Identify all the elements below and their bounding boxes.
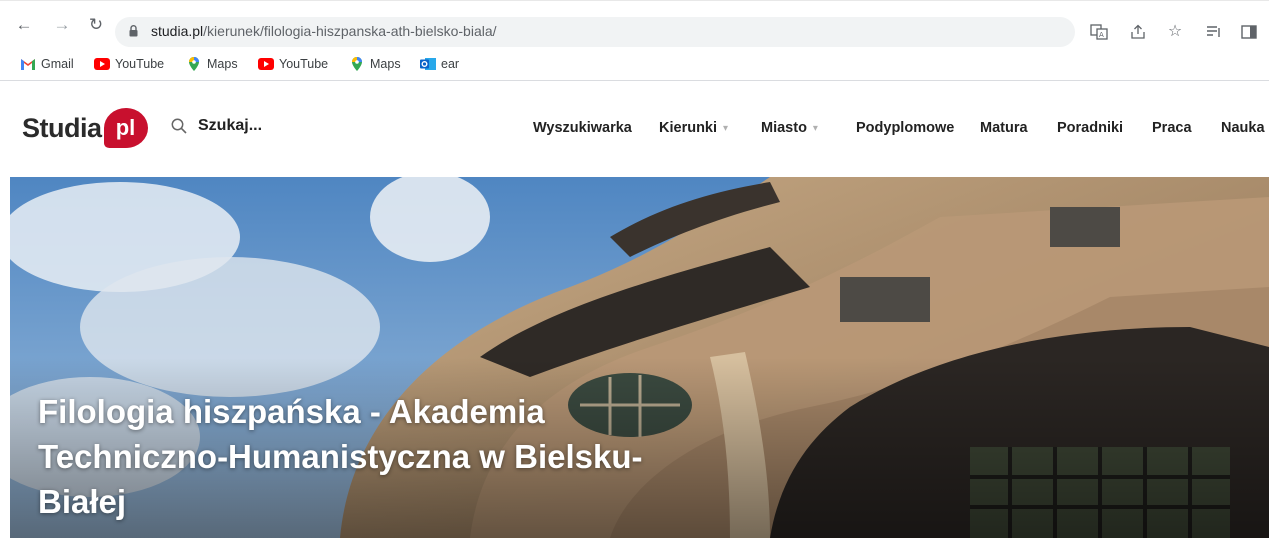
bookmark-label: YouTube xyxy=(115,57,165,71)
back-icon[interactable]: ← xyxy=(14,15,34,35)
menu-kierunki[interactable]: Kierunki ▾ xyxy=(659,120,728,136)
maps-icon xyxy=(352,57,362,71)
bookmark-maps[interactable]: Maps xyxy=(349,55,401,73)
menu-label: Praca xyxy=(1152,120,1192,136)
search-placeholder: Szukaj... xyxy=(198,117,263,134)
logo-text: Studia xyxy=(22,112,102,143)
svg-text:A: A xyxy=(1099,31,1104,39)
menu-label: Poradniki xyxy=(1057,120,1124,136)
menu-label: Matura xyxy=(980,120,1028,136)
browser-toolbar: ← → ↻ studia.pl/kierunek/filologia-hiszp… xyxy=(0,0,1269,47)
bookmark-label: ear xyxy=(441,57,460,71)
menu-label: Nauka xyxy=(1221,120,1265,136)
bookmark-outlook[interactable]: ear xyxy=(420,55,459,73)
bookmark-label: Gmail xyxy=(41,57,74,71)
bookmark-youtube[interactable]: YouTube xyxy=(94,55,164,73)
menu-label: Wyszukiwarka xyxy=(533,120,632,136)
menu-label: Podyplomowe xyxy=(856,120,955,136)
url-text[interactable]: studia.pl/kierunek/filologia-hiszpanska-… xyxy=(151,23,497,39)
url-path: /kierunek/filologia-hiszpanska-ath-biels… xyxy=(203,23,497,39)
site-logo[interactable]: Studia pl xyxy=(22,108,148,148)
hero-banner: Filologia hiszpańska - Akademia Technicz… xyxy=(10,177,1269,538)
youtube-icon xyxy=(258,58,274,70)
menu-label: Kierunki xyxy=(659,120,718,136)
chevron-down-icon: ▾ xyxy=(812,122,818,134)
menu-label: Miasto xyxy=(761,120,807,136)
bookmark-label: YouTube xyxy=(279,57,329,71)
bookmark-label: Maps xyxy=(370,57,401,71)
address-bar[interactable]: studia.pl/kierunek/filologia-hiszpanska-… xyxy=(115,17,1075,47)
reading-list-icon[interactable] xyxy=(1205,23,1223,41)
reload-icon[interactable]: ↻ xyxy=(86,15,106,35)
youtube-icon xyxy=(94,58,110,70)
bookmark-gmail[interactable]: Gmail xyxy=(20,55,74,73)
share-icon[interactable] xyxy=(1129,23,1147,41)
menu-matura[interactable]: Matura xyxy=(980,120,1028,136)
bookmark-label: Maps xyxy=(207,57,238,71)
outlook-icon xyxy=(420,58,436,70)
menu-nauka[interactable]: Nauka xyxy=(1221,120,1265,136)
forward-icon[interactable]: → xyxy=(52,15,72,35)
page-title: Filologia hiszpańska - Akademia Technicz… xyxy=(38,393,643,520)
gmail-icon xyxy=(21,59,35,70)
bookmark-star-icon[interactable]: ☆ xyxy=(1166,23,1184,41)
bookmark-maps[interactable]: Maps xyxy=(186,55,238,73)
menu-miasto[interactable]: Miasto ▾ xyxy=(761,120,818,136)
search-icon xyxy=(171,118,187,134)
bookmark-youtube[interactable]: YouTube xyxy=(258,55,328,73)
chevron-down-icon: ▾ xyxy=(723,122,729,134)
menu-wyszukiwarka[interactable]: Wyszukiwarka xyxy=(533,120,632,136)
translate-icon[interactable]: A xyxy=(1090,23,1108,41)
maps-icon xyxy=(189,57,199,71)
url-host: studia.pl xyxy=(151,23,204,39)
menu-podyplomowe[interactable]: Podyplomowe xyxy=(856,120,954,136)
bookmarks-bar: Gmail YouTube Maps YouTube Maps ear xyxy=(0,47,1269,81)
logo-badge: pl xyxy=(103,108,148,148)
lock-icon xyxy=(129,25,138,37)
site-header: Studia pl Szukaj... Wyszukiwarka Kierunk… xyxy=(0,82,1269,177)
site-search[interactable]: Szukaj... xyxy=(170,117,262,135)
menu-poradniki[interactable]: Poradniki xyxy=(1057,120,1123,136)
menu-praca[interactable]: Praca xyxy=(1152,120,1192,136)
side-panel-icon[interactable] xyxy=(1240,23,1258,41)
